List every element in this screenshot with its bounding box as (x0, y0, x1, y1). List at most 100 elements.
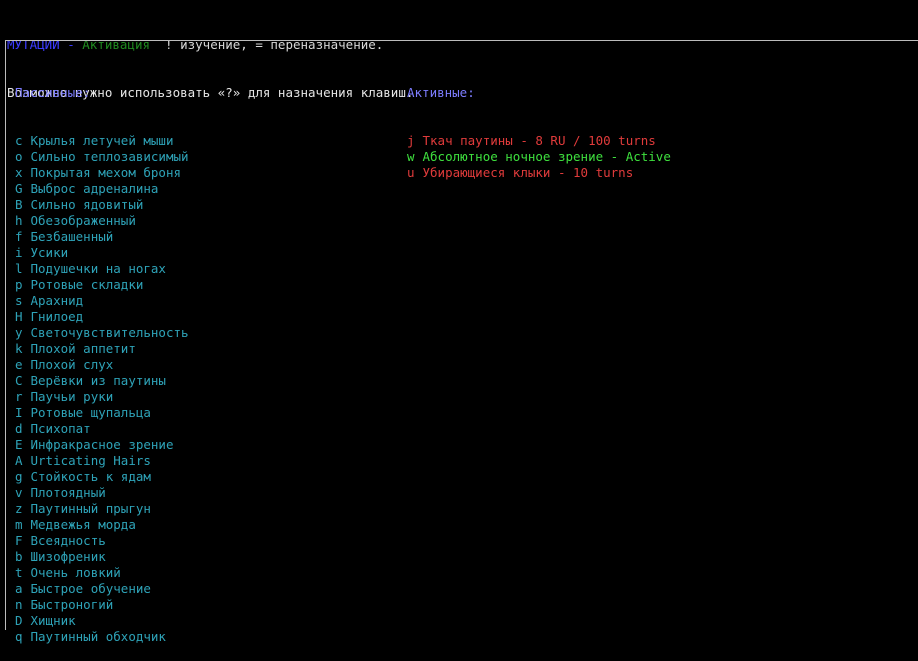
mutation-label: Плотоядный (30, 485, 106, 500)
mutation-label: Urticating Hairs (30, 453, 151, 468)
passive-heading: Пассивные: (15, 85, 91, 100)
passive-mutation-item[interactable]: s Арахнид (15, 293, 189, 309)
mutation-label: Гнилоед (30, 309, 84, 324)
active-mutation-item[interactable]: j Ткач паутины - 8 RU / 100 turns (407, 133, 671, 149)
mutation-label: Безбашенный (30, 229, 114, 244)
passive-mutation-item[interactable]: g Стойкость к ядам (15, 469, 189, 485)
mutation-hotkey: j (407, 133, 415, 148)
mutation-label: Верёвки из паутины (30, 373, 166, 388)
passive-mutation-item[interactable]: f Безбашенный (15, 229, 189, 245)
mutation-label: Сильно ядовитый (30, 197, 144, 212)
passive-mutation-item[interactable]: y Светочувствительность (15, 325, 189, 341)
mutation-hotkey: o (15, 149, 23, 164)
mutation-label: Шизофреник (30, 549, 106, 564)
active-heading: Активные: (407, 85, 475, 100)
mutation-hotkey: p (15, 277, 23, 292)
mutation-label: Психопат (30, 421, 91, 436)
passive-mutation-item[interactable]: l Подушечки на ногах (15, 261, 189, 277)
mutation-hotkey: a (15, 581, 23, 596)
mutation-hotkey: s (15, 293, 23, 308)
active-mutation-item[interactable]: u Убирающиеся клыки - 10 turns (407, 165, 671, 181)
mutation-hotkey: v (15, 485, 23, 500)
mutation-hotkey: t (15, 565, 23, 580)
mutation-hotkey: q (15, 629, 23, 644)
mutation-hotkey: I (15, 405, 23, 420)
mutation-label: Ткач паутины - 8 RU / 100 turns (422, 133, 656, 148)
passive-mutation-item[interactable]: D Хищник (15, 613, 189, 629)
mutation-label: Подушечки на ногах (30, 261, 166, 276)
mutation-label: Стойкость к ядам (30, 469, 151, 484)
mutation-label: Усики (30, 245, 69, 260)
passive-mutation-item[interactable]: d Психопат (15, 421, 189, 437)
mutation-hotkey: D (15, 613, 23, 628)
mutation-hotkey: d (15, 421, 23, 436)
mutation-label: Инфракрасное зрение (30, 437, 174, 452)
mutation-label: Паутинный обходчик (30, 629, 166, 644)
mutation-hotkey: r (15, 389, 23, 404)
mutation-hotkey: w (407, 149, 415, 164)
mutation-hotkey: f (15, 229, 23, 244)
mutation-label: Абсолютное ночное зрение - Active (422, 149, 671, 164)
mutation-hotkey: G (15, 181, 23, 196)
mutation-label: Обезображенный (30, 213, 136, 228)
mutation-hotkey: m (15, 517, 23, 532)
mutation-hotkey: A (15, 453, 23, 468)
passive-mutation-item[interactable]: H Гнилоед (15, 309, 189, 325)
mutation-label: Быстрое обучение (30, 581, 151, 596)
active-mutation-item[interactable]: w Абсолютное ночное зрение - Active (407, 149, 671, 165)
mutation-hotkey: c (15, 133, 23, 148)
passive-mutation-item[interactable]: q Паутинный обходчик (15, 629, 189, 645)
mutation-hotkey: x (15, 165, 23, 180)
passive-mutation-item[interactable]: B Сильно ядовитый (15, 197, 189, 213)
mutation-hotkey: z (15, 501, 23, 516)
mutation-label: Покрытая мехом броня (30, 165, 182, 180)
passive-mutation-item[interactable]: e Плохой слух (15, 357, 189, 373)
mutation-label: Паучьи руки (30, 389, 114, 404)
passive-mutation-item[interactable]: v Плотоядный (15, 485, 189, 501)
mutation-hotkey: F (15, 533, 23, 548)
mutation-label: Очень ловкий (30, 565, 121, 580)
mutation-hotkey: B (15, 197, 23, 212)
passive-mutation-item[interactable]: A Urticating Hairs (15, 453, 189, 469)
passive-mutation-item[interactable]: b Шизофреник (15, 549, 189, 565)
mutation-hotkey: h (15, 213, 23, 228)
passive-mutation-item[interactable]: G Выброс адреналина (15, 181, 189, 197)
mutation-label: Убирающиеся клыки - 10 turns (422, 165, 634, 180)
passive-mutation-item[interactable]: k Плохой аппетит (15, 341, 189, 357)
passive-mutation-item[interactable]: c Крылья летучей мыши (15, 133, 189, 149)
passive-mutation-item[interactable]: z Паутинный прыгун (15, 501, 189, 517)
passive-mutation-item[interactable]: i Усики (15, 245, 189, 261)
mutation-hotkey: E (15, 437, 23, 452)
mutation-label: Выброс адреналина (30, 181, 159, 196)
active-mutations-list: Активные: j Ткач паутины - 8 RU / 100 tur… (407, 53, 671, 197)
passive-mutation-item[interactable]: o Сильно теплозависимый (15, 149, 189, 165)
passive-mutation-item[interactable]: F Всеядность (15, 533, 189, 549)
passive-mutation-item[interactable]: n Быстроногий (15, 597, 189, 613)
mutation-label: Ротовые складки (30, 277, 144, 292)
passive-rows: c Крылья летучей мыши o Сильно теплозависим… (15, 133, 189, 645)
mutation-label: Сильно теплозависимый (30, 149, 189, 164)
mutation-hotkey: y (15, 325, 23, 340)
mutation-label: Паутинный прыгун (30, 501, 151, 516)
passive-mutation-item[interactable]: a Быстрое обучение (15, 581, 189, 597)
passive-mutation-item[interactable]: x Покрытая мехом броня (15, 165, 189, 181)
passive-mutation-item[interactable]: I Ротовые щупальца (15, 405, 189, 421)
mutation-hotkey: k (15, 341, 23, 356)
mutation-hotkey: g (15, 469, 23, 484)
mutation-hotkey: b (15, 549, 23, 564)
mutation-label: Плохой слух (30, 357, 114, 372)
passive-mutations-list: Пассивные: c Крылья летучей мыши o Сильно т… (15, 53, 189, 661)
mutation-label: Всеядность (30, 533, 106, 548)
passive-mutation-item[interactable]: r Паучьи руки (15, 389, 189, 405)
passive-mutation-item[interactable]: h Обезображенный (15, 213, 189, 229)
mutation-label: Быстроногий (30, 597, 114, 612)
passive-mutation-item[interactable]: t Очень ловкий (15, 565, 189, 581)
passive-mutation-item[interactable]: p Ротовые складки (15, 277, 189, 293)
passive-mutation-item[interactable]: C Верёвки из паутины (15, 373, 189, 389)
passive-mutation-item[interactable]: E Инфракрасное зрение (15, 437, 189, 453)
mutation-hotkey: H (15, 309, 23, 324)
passive-mutation-item[interactable]: m Медвежья морда (15, 517, 189, 533)
mutation-label: Светочувствительность (30, 325, 189, 340)
mutation-label: Арахнид (30, 293, 84, 308)
mutation-hotkey: l (15, 261, 23, 276)
